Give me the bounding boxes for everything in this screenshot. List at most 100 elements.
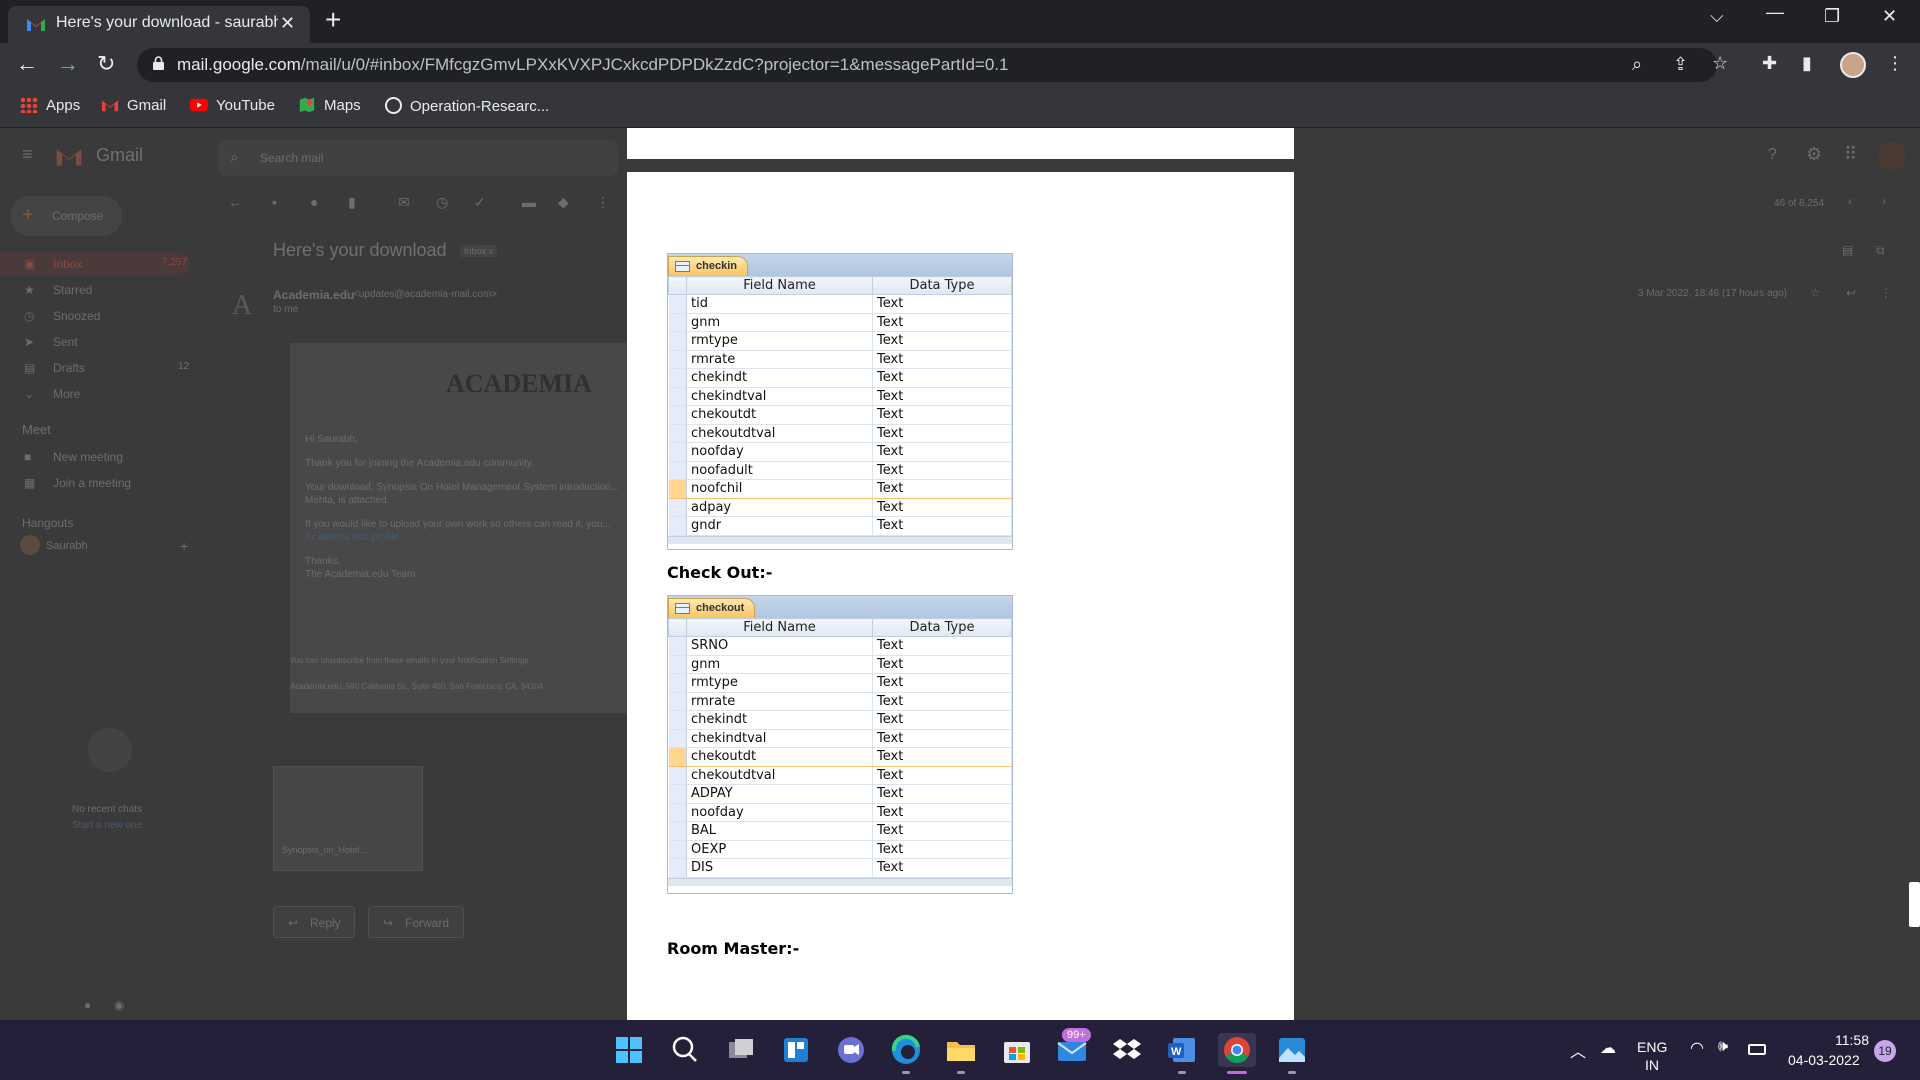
reply-arrow-icon[interactable]: ↩ [1846,286,1856,300]
new-meeting-link[interactable]: New meeting [53,450,123,464]
edge-icon[interactable] [889,1033,923,1067]
sidebar-item-inbox[interactable]: ▣ Inbox 7,257 [0,252,190,276]
archive-icon[interactable]: ▪ [272,194,277,210]
inbox-chip[interactable]: Inbox x [460,245,498,257]
attachment-thumbnail[interactable]: Synopsis_on_Hotel... [273,766,423,871]
add-chat-icon[interactable]: + [180,538,188,554]
star-message-icon[interactable]: ☆ [1810,286,1821,300]
show-hidden-icons-chevron[interactable]: ︿ [1570,1038,1586,1062]
sidebar-item-more[interactable]: ⌄ More [0,382,190,406]
open-new-window-icon[interactable]: ⧉ [1876,243,1885,258]
hangouts-avatar [20,535,40,555]
checkout-row: BAL Text [668,821,1012,841]
snooze-icon[interactable]: ◷ [436,194,448,211]
svg-text:W: W [1171,1046,1182,1058]
older-icon[interactable]: › [1882,194,1886,208]
report-spam-icon[interactable]: ● [310,194,318,210]
chat-bubble-icon[interactable]: ◉ [114,998,124,1012]
extensions-icon[interactable]: ✚ [1762,53,1777,74]
notification-badge[interactable]: 19 [1874,1040,1896,1062]
checkin-row: noofchil Text [668,479,1012,499]
close-window-icon[interactable]: ✕ [1882,6,1897,27]
share-icon[interactable]: ⇪ [1673,54,1688,75]
profile-avatar[interactable] [1840,52,1866,78]
to-me-text[interactable]: to me [273,304,298,315]
chrome-taskbar-icon[interactable] [1218,1033,1256,1067]
back-to-inbox-icon[interactable]: ← [228,194,242,210]
settings-gear-icon[interactable]: ⚙ [1806,144,1822,165]
address-bar[interactable]: mail.google.com/mail/u/0/#inbox/FMfcgzGm… [137,48,1728,82]
bookmark-operation-research[interactable]: Operation-Researc... [385,97,549,115]
hangouts-user[interactable]: Saurabh [46,540,88,552]
person-icon[interactable]: ● [84,998,91,1012]
store-icon[interactable] [1000,1033,1034,1067]
download-link[interactable]: Your download, Synopsis On Hotel Managem… [305,482,619,493]
bookmark-maps[interactable]: Maps [298,97,361,114]
checkout-row: chekoutdt Text [668,747,1012,767]
account-avatar[interactable] [1878,142,1906,170]
zoom-icon[interactable]: ⌕ [1632,54,1642,75]
message-more-icon[interactable]: ⋮ [1880,286,1892,300]
field-name-header: Field Name [686,618,873,637]
word-icon[interactable]: W [1165,1033,1199,1067]
language-indicator[interactable]: ENG [1637,1039,1667,1055]
sidebar-item-drafts[interactable]: ▤ Drafts 12 [0,356,190,380]
bookmark-apps[interactable]: Apps [20,97,80,114]
profile-link[interactable]: Academia.edu profile. [305,532,402,543]
row-selector [668,821,687,841]
dropbox-icon[interactable] [1110,1033,1144,1067]
file-explorer-icon[interactable] [944,1033,978,1067]
main-menu-icon[interactable]: ≡ [22,144,33,165]
bookmark-gmail[interactable]: Gmail [101,97,166,114]
data-type-cell: Text [872,368,1012,388]
battery-icon[interactable] [1748,1044,1766,1055]
delete-icon[interactable]: ▮ [348,194,356,211]
browser-tab[interactable]: Here's your download - saurabhk ✕ [8,6,310,43]
start-chat-link[interactable]: Start a new one [72,820,142,831]
task-view-icon[interactable] [724,1033,758,1067]
newer-icon[interactable]: ‹ [1848,194,1852,208]
move-to-icon[interactable]: ▬ [522,194,536,210]
clock-time[interactable]: 11:58 [1835,1032,1869,1048]
chrome-menu-icon[interactable]: ⋮ [1886,53,1904,74]
volume-icon[interactable]: 🕪 [1718,1038,1728,1056]
onedrive-cloud-icon[interactable]: ☁ [1600,1038,1616,1058]
add-task-icon[interactable]: ✓ [474,194,486,211]
globe-icon [385,97,402,114]
reply-button[interactable]: ↩ Reply [273,906,355,938]
start-button[interactable] [612,1033,646,1067]
row-selector [668,840,687,859]
minimize-icon[interactable]: — [1766,2,1784,23]
back-icon[interactable]: ← [16,51,38,77]
tab-search-chevron-icon[interactable]: ⌵ [1710,6,1724,27]
forward-button[interactable]: ↪ Forward [368,906,464,938]
bookmark-star-icon[interactable]: ☆ [1712,53,1728,74]
more-options-icon[interactable]: ⋮ [596,194,610,211]
reload-icon[interactable]: ↻ [97,51,115,77]
help-icon[interactable]: ? [1768,146,1777,164]
photos-icon[interactable] [1275,1033,1309,1067]
bookmark-youtube[interactable]: YouTube [190,97,275,114]
data-type-cell: Text [872,858,1012,878]
sidebar-item-starred[interactable]: ★ Starred [0,278,190,302]
join-meeting-link[interactable]: Join a meeting [53,476,131,490]
label-icon[interactable]: ◆ [558,194,569,211]
widgets-icon[interactable] [779,1033,813,1067]
google-apps-icon[interactable]: ⠿ [1844,144,1857,165]
new-tab-icon[interactable]: + [325,6,341,34]
print-icon[interactable]: ▤ [1842,243,1853,257]
forward-icon[interactable]: → [57,51,79,77]
teams-chat-icon[interactable] [834,1033,868,1067]
side-panel-icon[interactable]: ▮ [1802,53,1812,74]
search-taskbar-icon[interactable] [668,1033,702,1067]
restore-icon[interactable]: ❐ [1824,6,1840,27]
clock-date[interactable]: 04-03-2022 [1788,1052,1860,1068]
wifi-icon[interactable]: ◠ [1690,1038,1704,1058]
page-scrollbar-thumb[interactable] [1909,882,1920,927]
sidebar-item-snoozed[interactable]: ◷ Snoozed [0,304,190,328]
compose-button[interactable]: + Compose [10,196,122,236]
sidebar-item-sent[interactable]: ➤ Sent [0,330,190,354]
close-tab-icon[interactable]: ✕ [280,13,295,34]
mark-unread-icon[interactable]: ✉ [398,194,410,211]
search-bar[interactable]: ⌕ Search mail [218,140,618,176]
